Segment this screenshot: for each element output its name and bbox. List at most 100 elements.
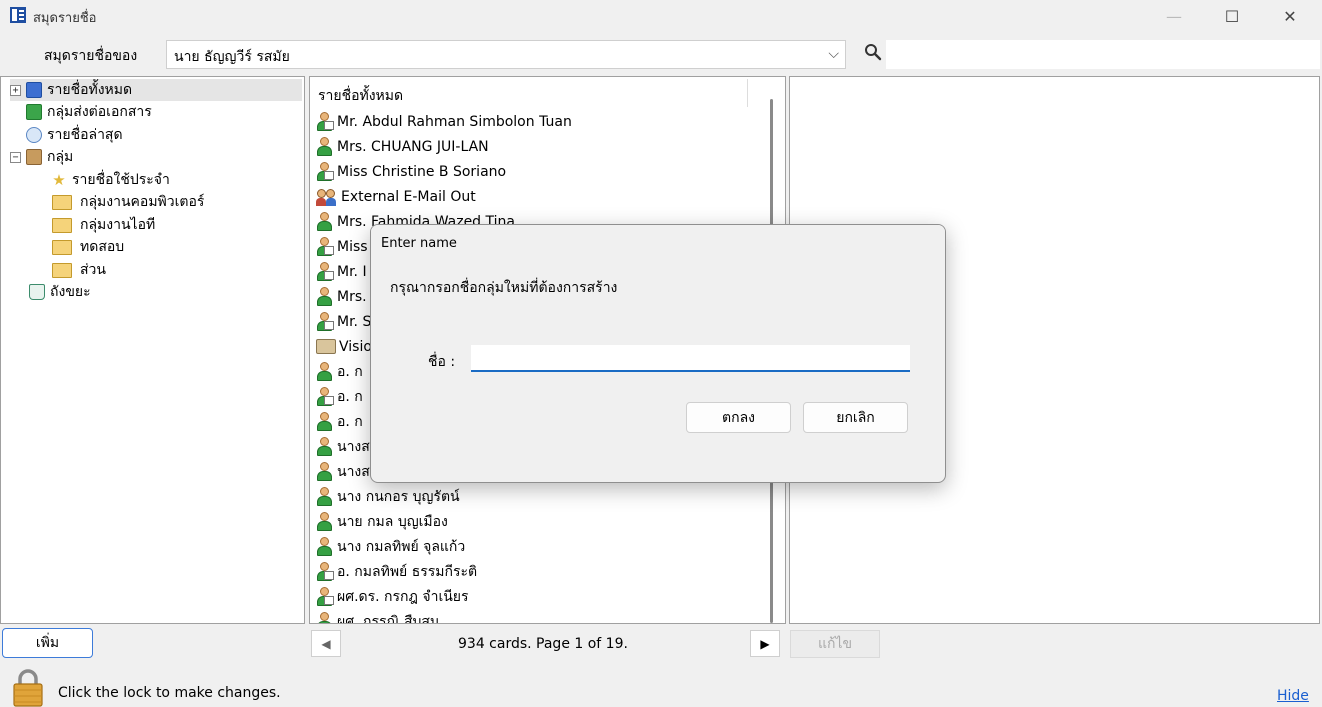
recent-icon: [26, 127, 42, 143]
close-icon: ✕: [1283, 6, 1297, 26]
contact-card-icon: [316, 561, 334, 582]
list-item[interactable]: นางส: [316, 459, 370, 484]
list-item[interactable]: อ. ก: [316, 384, 363, 409]
tree-item-section[interactable]: ส่วน: [52, 259, 106, 281]
contact-icon: [316, 536, 333, 557]
tree-item-groups[interactable]: − กลุ่ม: [10, 146, 73, 168]
dialog-title: Enter name: [381, 236, 457, 251]
minimize-button[interactable]: —: [1151, 0, 1197, 32]
contact-card-icon: [316, 161, 334, 182]
contact-icon: [316, 411, 333, 432]
list-item[interactable]: External E-Mail Out: [316, 184, 476, 209]
tree-item-label: ส่วน: [80, 262, 106, 278]
address-book-app-icon: [10, 7, 26, 23]
close-button[interactable]: ✕: [1267, 0, 1313, 32]
trash-icon: [29, 284, 45, 300]
list-item[interactable]: อ. ก: [316, 409, 363, 434]
list-item[interactable]: ผศ.ดร. กรกฎ จำเนียร: [316, 584, 469, 609]
tree-item-it-group[interactable]: กลุ่มงานไอที: [52, 214, 155, 236]
list-item[interactable]: อ. กมลทิพย์ ธรรมกีระติ: [316, 559, 477, 584]
tree-item-recent[interactable]: รายชื่อล่าสุด: [26, 124, 123, 146]
contact-icon: [316, 461, 333, 482]
next-page-button[interactable]: ▶: [750, 630, 780, 657]
tree-item-label: กลุ่มส่งต่อเอกสาร: [47, 104, 152, 120]
contact-icon: [316, 611, 333, 623]
list-item[interactable]: อ. ก: [316, 359, 363, 384]
forward-group-icon: [26, 104, 42, 120]
column-divider[interactable]: [747, 79, 748, 107]
tree-item-label: กลุ่ม: [47, 149, 74, 165]
tree-item-forward-group[interactable]: กลุ่มส่งต่อเอกสาร: [26, 101, 152, 123]
list-item[interactable]: นางส: [316, 434, 370, 459]
folder-icon: [52, 239, 72, 255]
tree-item-test[interactable]: ทดสอบ: [52, 236, 124, 258]
list-item[interactable]: Mr. Abdul Rahman Simbolon Tuan: [316, 109, 572, 134]
groups-icon: [26, 149, 42, 165]
tree-item-label: ทดสอบ: [80, 239, 125, 255]
folder-icon: [52, 262, 72, 278]
group-icon: [316, 188, 337, 206]
search-input[interactable]: [886, 40, 1320, 69]
tree-item-trash[interactable]: ถังขยะ: [29, 281, 91, 303]
lock-icon[interactable]: [12, 668, 44, 707]
list-item[interactable]: นาง กนกอร บุญรัตน์: [316, 484, 460, 509]
contact-icon: [316, 436, 333, 457]
contact-icon: [316, 286, 333, 307]
list-item[interactable]: Mrs. CHUANG JUI-LAN: [316, 134, 489, 159]
collapse-icon[interactable]: −: [10, 151, 21, 163]
tree-item-label: กลุ่มงานคอมพิวเตอร์: [80, 194, 205, 210]
enter-name-dialog: Enter name กรุณากรอกชื่อกลุ่มใหม่ที่ต้อง…: [370, 224, 946, 483]
minimize-icon: —: [1166, 6, 1182, 26]
edit-button[interactable]: แก้ไข: [790, 630, 880, 658]
add-button[interactable]: เพิ่ม: [2, 628, 93, 658]
tree-item-label: รายชื่อทั้งหมด: [47, 82, 133, 98]
tree-item-label: รายชื่อใช้ประจำ: [72, 172, 170, 188]
maximize-icon: ☐: [1224, 6, 1240, 26]
tree-item-computer-group[interactable]: กลุ่มงานคอมพิวเตอร์: [52, 191, 204, 213]
book-icon: [316, 339, 336, 354]
page-info: 934 cards. Page 1 of 19.: [458, 636, 628, 652]
contact-card-icon: [316, 261, 334, 282]
maximize-button[interactable]: ☐: [1209, 0, 1255, 32]
list-item[interactable]: Miss Christine B Soriano: [316, 159, 506, 184]
list-header[interactable]: รายชื่อทั้งหมด: [318, 85, 403, 107]
expand-icon[interactable]: +: [10, 84, 21, 96]
tree-item-label: รายชื่อล่าสุด: [47, 127, 123, 143]
contact-icon: [316, 486, 333, 507]
owner-select[interactable]: นาย ธัญญวีร์ รสมัย ⌵: [166, 40, 846, 69]
contact-card-icon: [316, 386, 334, 407]
chevron-down-icon: ⌵: [828, 46, 839, 62]
list-item[interactable]: Miss: [316, 234, 368, 259]
name-input[interactable]: [471, 345, 910, 372]
owner-select-value: นาย ธัญญวีร์ รสมัย: [174, 49, 290, 65]
list-item[interactable]: นาย กมล บุญเมือง: [316, 509, 448, 534]
tree-item-label: กลุ่มงานไอที: [80, 217, 156, 233]
list-item[interactable]: ผศ. กรรณิ สืบสม: [316, 609, 439, 623]
contact-card-icon: [316, 586, 334, 607]
list-item[interactable]: Visio: [316, 334, 372, 359]
contact-card-icon: [316, 311, 334, 332]
contact-icon: [316, 361, 333, 382]
dialog-message: กรุณากรอกชื่อกลุ่มใหม่ที่ต้องการสร้าง: [390, 280, 618, 296]
contact-icon: [316, 136, 333, 157]
name-label: ชื่อ :: [428, 354, 456, 370]
folder-tree: + รายชื่อทั้งหมด กลุ่มส่งต่อเอกสาร รายชื…: [0, 76, 305, 624]
search-icon[interactable]: [864, 43, 882, 61]
cancel-button[interactable]: ยกเลิก: [803, 402, 908, 433]
contact-icon: [316, 211, 333, 232]
hide-link[interactable]: Hide: [1277, 688, 1309, 704]
tree-item-all-contacts[interactable]: + รายชื่อทั้งหมด: [10, 79, 302, 101]
folder-icon: [52, 194, 72, 210]
owner-label: สมุดรายชื่อของ: [44, 48, 138, 64]
window-title: สมุดรายชื่อ: [33, 11, 97, 26]
list-item[interactable]: นาง กมลทิพย์ จุลแก้ว: [316, 534, 465, 559]
triangle-right-icon: ▶: [760, 636, 770, 651]
list-item[interactable]: Mr. I: [316, 259, 367, 284]
ok-button[interactable]: ตกลง: [686, 402, 791, 433]
list-item[interactable]: Mrs.: [316, 284, 367, 309]
list-item[interactable]: Mr. S: [316, 309, 371, 334]
dialog-title-bar: Enter name: [371, 225, 945, 262]
folder-icon: [52, 217, 72, 233]
previous-page-button[interactable]: ◀: [311, 630, 341, 657]
tree-item-favorites[interactable]: ★ รายชื่อใช้ประจำ: [51, 169, 170, 191]
